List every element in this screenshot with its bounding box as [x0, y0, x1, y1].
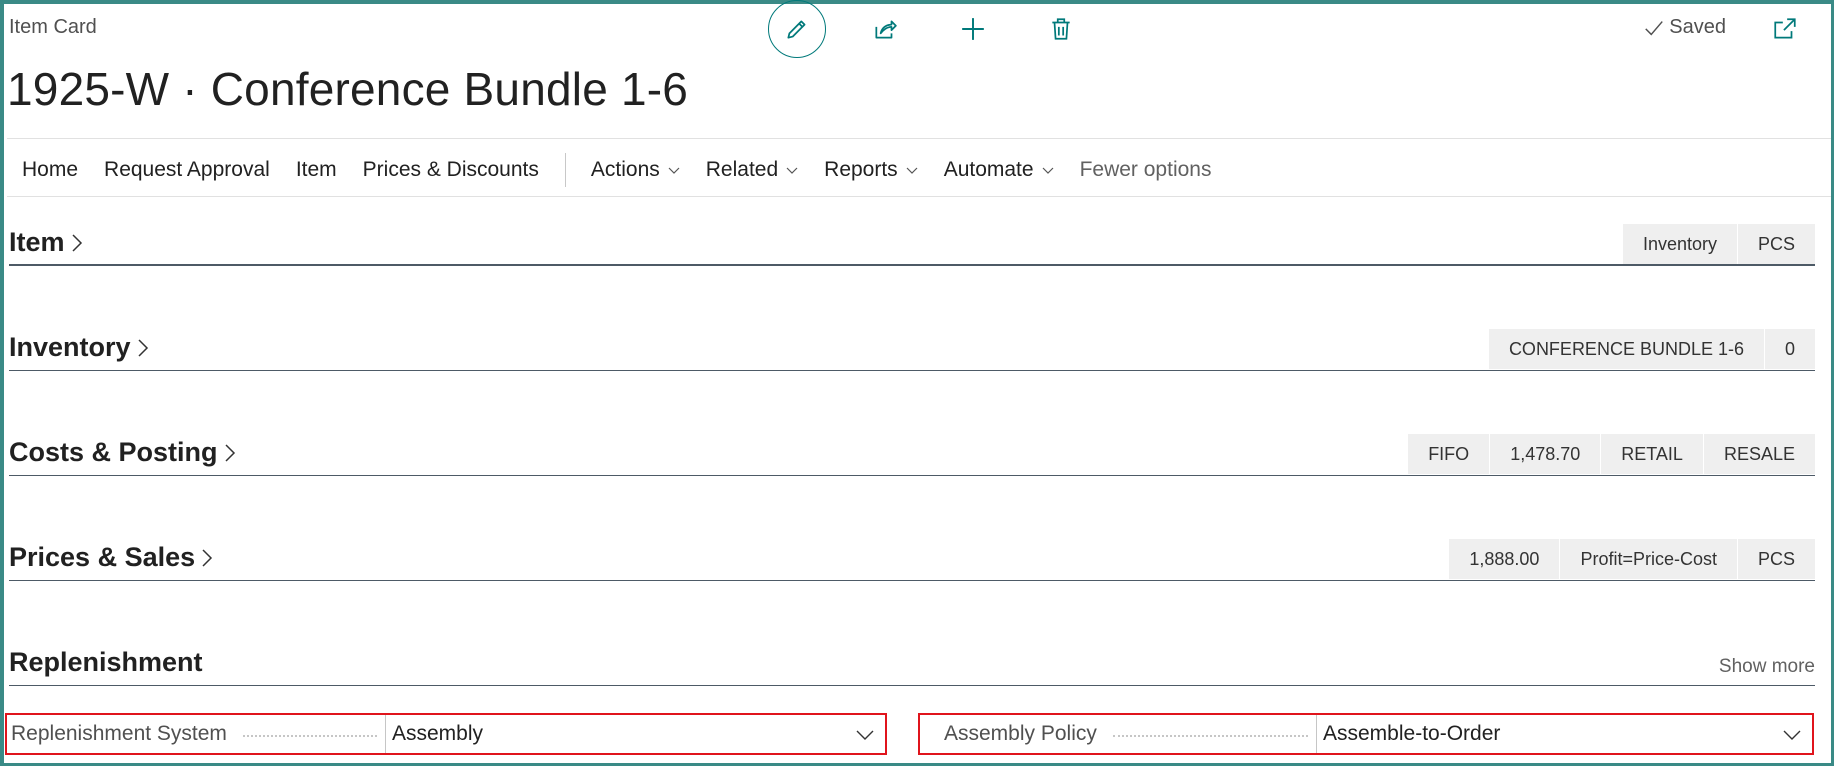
show-more-link[interactable]: Show more	[1719, 656, 1815, 678]
new-button[interactable]	[944, 0, 1002, 58]
summary-pill: Profit=Price-Cost	[1559, 539, 1737, 579]
page-caption: Item Card	[9, 16, 97, 38]
menu-automate-label: Automate	[943, 158, 1034, 181]
pencil-icon	[787, 20, 806, 39]
replenishment-system-value: Assembly	[392, 722, 484, 745]
section-prices-summary: 1,888.00 Profit=Price-Cost PCS	[1449, 539, 1815, 579]
chevron-down-icon	[1042, 167, 1054, 174]
replenishment-system-field: Replenishment System Assembly	[5, 713, 887, 755]
section-divider	[9, 370, 1815, 371]
popout-icon	[1774, 18, 1796, 39]
chevron-down-icon	[1783, 730, 1801, 740]
assembly-policy-select[interactable]: Assemble-to-Order	[1316, 715, 1812, 753]
summary-pill: PCS	[1736, 539, 1815, 579]
menu-automate[interactable]: Automate	[944, 158, 1054, 182]
section-item-summary: Inventory PCS	[1622, 224, 1815, 264]
section-divider	[9, 580, 1815, 581]
menu-reports[interactable]: Reports	[824, 158, 918, 182]
menu-reports-label: Reports	[824, 158, 898, 181]
summary-pill: Inventory	[1622, 224, 1737, 264]
saved-label: Saved	[1669, 16, 1726, 38]
section-costs-title: Costs & Posting	[9, 437, 218, 467]
menu-item[interactable]: Item	[296, 158, 337, 182]
section-replenishment-header[interactable]: Replenishment	[9, 647, 203, 678]
assembly-policy-label: Assembly Policy	[944, 722, 1097, 745]
summary-pill: 0	[1763, 329, 1815, 369]
menu-divider	[7, 196, 1831, 197]
summary-pill: 1,888.00	[1449, 539, 1560, 579]
summary-pill: RETAIL	[1600, 434, 1703, 474]
edit-button[interactable]	[768, 0, 826, 58]
menu-related[interactable]: Related	[706, 158, 798, 182]
chevron-down-icon	[786, 167, 798, 174]
open-new-window-button[interactable]	[1772, 16, 1798, 42]
menu-separator	[564, 153, 566, 187]
trash-icon	[1052, 18, 1070, 40]
menu-related-label: Related	[705, 158, 779, 181]
chevron-down-icon	[856, 730, 874, 740]
section-prices-sales: Prices & Sales 1,888.00 Profit=Price-Cos…	[9, 537, 1815, 581]
section-replenishment: Replenishment Show more	[9, 642, 1815, 686]
field-leader-dots	[1112, 735, 1308, 737]
checkmark-icon	[1645, 20, 1664, 35]
field-leader-dots	[242, 735, 377, 737]
summary-pill: FIFO	[1408, 434, 1490, 474]
delete-button[interactable]	[1032, 0, 1090, 58]
saved-status: Saved	[1643, 16, 1726, 39]
section-inventory: Inventory CONFERENCE BUNDLE 1-6 0	[9, 327, 1815, 371]
section-costs-header[interactable]: Costs & Posting	[9, 437, 238, 468]
chevron-right-icon	[202, 548, 213, 567]
section-item-header[interactable]: Item	[9, 227, 85, 258]
section-divider	[9, 685, 1815, 686]
share-button[interactable]	[856, 0, 914, 58]
section-replenishment-title: Replenishment	[9, 647, 203, 677]
chevron-right-icon	[224, 443, 235, 462]
menu-request-approval[interactable]: Request Approval	[104, 158, 270, 182]
top-action-bar	[768, 0, 1090, 58]
assembly-policy-field: Assembly Policy Assemble-to-Order	[918, 713, 1814, 755]
page-title: 1925-W · Conference Bundle 1-6	[7, 63, 689, 115]
section-costs-summary: FIFO 1,478.70 RETAIL RESALE	[1408, 434, 1815, 474]
section-item-title: Item	[9, 227, 65, 257]
section-inventory-summary: CONFERENCE BUNDLE 1-6 0	[1488, 329, 1815, 369]
plus-icon	[962, 18, 984, 40]
replenishment-system-label: Replenishment System	[11, 722, 227, 745]
header-divider	[7, 138, 1831, 139]
action-menu-bar: Home Request Approval Item Prices & Disc…	[22, 153, 1237, 187]
section-prices-header[interactable]: Prices & Sales	[9, 542, 215, 573]
replenishment-system-select[interactable]: Assembly	[385, 715, 885, 753]
menu-actions-label: Actions	[590, 158, 660, 181]
summary-pill: RESALE	[1702, 434, 1815, 474]
chevron-down-icon	[906, 167, 918, 174]
chevron-right-icon	[72, 233, 82, 252]
summary-pill: 1,478.70	[1489, 434, 1601, 474]
section-divider	[9, 475, 1815, 476]
section-costs-posting: Costs & Posting FIFO 1,478.70 RETAIL RES…	[9, 432, 1815, 476]
section-divider	[9, 264, 1815, 266]
chevron-right-icon	[138, 338, 148, 357]
section-prices-title: Prices & Sales	[9, 542, 196, 572]
menu-prices-discounts[interactable]: Prices & Discounts	[363, 158, 539, 182]
menu-home[interactable]: Home	[22, 158, 78, 182]
share-icon	[875, 20, 897, 39]
section-inventory-header[interactable]: Inventory	[9, 332, 151, 363]
menu-actions[interactable]: Actions	[591, 158, 680, 182]
assembly-policy-value: Assemble-to-Order	[1323, 722, 1501, 745]
section-inventory-title: Inventory	[9, 332, 131, 362]
summary-pill: CONFERENCE BUNDLE 1-6	[1488, 329, 1764, 369]
menu-fewer-options[interactable]: Fewer options	[1080, 158, 1212, 182]
summary-pill: PCS	[1736, 224, 1815, 264]
section-item: Item Inventory PCS	[9, 222, 1815, 266]
chevron-down-icon	[668, 167, 680, 174]
